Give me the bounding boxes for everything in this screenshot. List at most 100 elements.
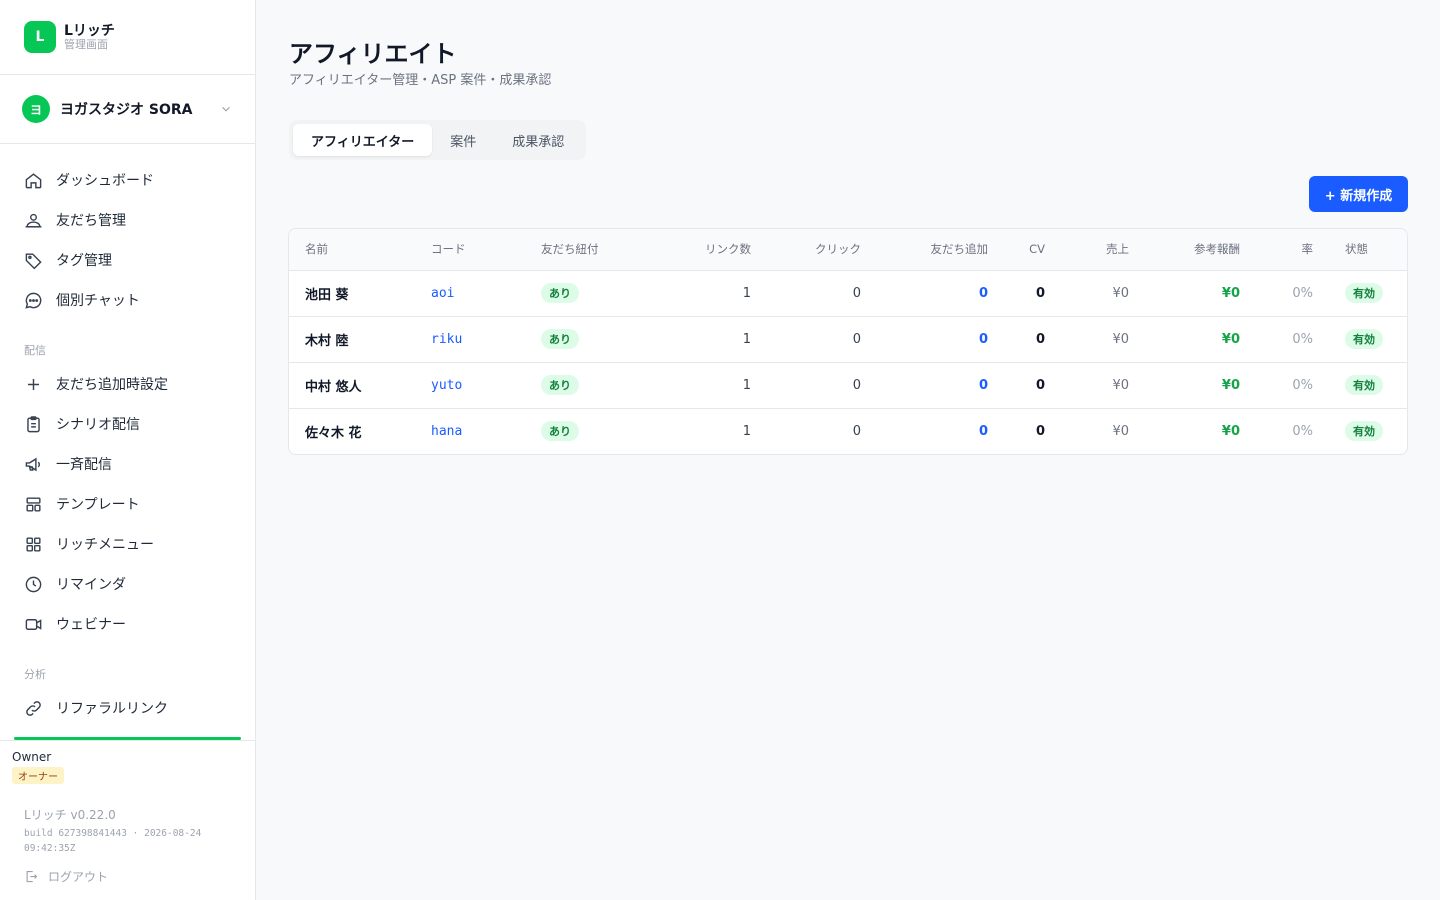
table-row[interactable]: 佐々木 花 hana あり 1 0 0 0 ¥0 ¥0 0% 有効 (289, 408, 1407, 454)
cell-name: 池田 葵 (289, 270, 415, 317)
cell-reward: ¥0 (1221, 423, 1240, 439)
table-header-row: 名前 コード 友だち紐付 リンク数 クリック 友だち追加 CV 売上 参考報酬 … (289, 229, 1407, 271)
account-avatar: ヨ (22, 95, 50, 123)
sidebar-item-label: 一斉配信 (56, 457, 112, 473)
cell-cv: 0 (1004, 270, 1061, 317)
sidebar-nav: ダッシュボード 友だち管理 タグ管理 個別チャット 配信 友だち追加時設定 シナ… (0, 144, 255, 728)
col-header-linked: 友だち紐付 (525, 229, 653, 271)
user-role: Owner (12, 750, 52, 764)
sidebar-item-label: 友だち追加時設定 (56, 377, 168, 393)
cell-friends: 0 (877, 270, 1004, 317)
chat-icon (25, 292, 42, 309)
megaphone-icon (25, 457, 41, 471)
sidebar-item-label: リファラルリンク (56, 701, 168, 717)
sidebar-item-label: ダッシュボード (56, 173, 154, 189)
col-header-name: 名前 (289, 229, 415, 271)
cell-sales: ¥0 (1061, 270, 1145, 317)
col-header-sales: 売上 (1061, 229, 1145, 271)
cell-code[interactable]: riku (415, 316, 525, 363)
sidebar-item-chat[interactable]: 個別チャット (0, 280, 255, 320)
status-badge: 有効 (1345, 375, 1383, 395)
link-icon (26, 700, 41, 716)
sidebar-footer: Owner オーナー Lリッチ v0.22.0 build 6273988414… (0, 740, 255, 900)
sidebar-item-label: ウェビナー (56, 617, 126, 633)
sidebar-item-label: リマインダ (56, 577, 126, 593)
account-name: ヨガスタジオ SORA (60, 102, 193, 118)
chevron-down-icon (222, 106, 230, 112)
cell-friends: 0 (877, 362, 1004, 409)
col-header-clicks: クリック (767, 229, 877, 271)
template-icon (26, 496, 41, 512)
sidebar-item-label: タグ管理 (56, 253, 112, 269)
plus-icon (27, 378, 40, 390)
cell-links: 1 (653, 270, 767, 317)
cell-links: 1 (742, 423, 751, 439)
video-icon (25, 618, 42, 630)
cell-code[interactable]: aoi (415, 270, 525, 317)
cell-reward: ¥0 (1145, 316, 1256, 363)
status-badge: 有効 (1345, 421, 1383, 442)
cell-cv: 0 (1004, 316, 1061, 363)
cell-name: 佐々木 花 (305, 425, 362, 441)
col-header-rate: 率 (1256, 229, 1329, 271)
sidebar-item-scenario[interactable]: シナリオ配信 (0, 404, 255, 444)
account-switcher[interactable]: ヨ ヨガスタジオ SORA (0, 75, 255, 144)
cell-rate: 0% (1256, 362, 1329, 409)
sidebar-item-friend-add-settings[interactable]: 友だち追加時設定 (0, 364, 255, 404)
cell-code[interactable]: yuto (415, 362, 525, 409)
sidebar-item-rich-menu[interactable]: リッチメニュー (0, 524, 255, 564)
linked-badge: あり (541, 421, 579, 442)
sidebar-item-label: リッチメニュー (56, 537, 154, 553)
table-row[interactable]: 中村 悠人 yuto あり 1 0 0 0 ¥0 ¥0 0% 有効 (289, 362, 1407, 409)
sidebar-item-dashboard[interactable]: ダッシュボード (0, 160, 255, 200)
brand-subtitle: 管理画面 (64, 37, 108, 51)
tab-campaigns[interactable]: 案件 (432, 124, 494, 156)
logout-icon (26, 871, 38, 883)
sidebar: L Lリッチ 管理画面 ヨ ヨガスタジオ SORA ダッシュボード 友だち管理 … (0, 0, 256, 900)
linked-badge: あり (541, 329, 579, 349)
table-row[interactable]: 池田 葵 aoi あり 1 0 0 0 ¥0 ¥0 0% 有効 (289, 270, 1407, 317)
clock-icon (25, 576, 42, 592)
cell-clicks: 0 (852, 423, 861, 439)
cell-name: 木村 陸 (289, 316, 415, 363)
cell-links: 1 (653, 316, 767, 363)
status-badge: 有効 (1345, 329, 1383, 349)
sidebar-item-label: テンプレート (56, 497, 140, 513)
cell-friends: 0 (877, 316, 1004, 363)
cell-clicks: 0 (767, 362, 877, 409)
grid-icon (26, 536, 41, 552)
cell-reward: ¥0 (1145, 362, 1256, 409)
cell-rate: 0% (1256, 270, 1329, 317)
brand: L Lリッチ 管理画面 (0, 0, 255, 75)
brand-name: Lリッチ (64, 22, 115, 39)
cell-rate: 0% (1256, 316, 1329, 363)
tab-affiliators[interactable]: アフィリエイター (293, 124, 433, 156)
main-content: アフィリエイト アフィリエイター管理・ASP 案件・成果承認 アフィリエイター … (256, 0, 1440, 900)
cell-clicks: 0 (767, 316, 877, 363)
affiliator-table: 名前 コード 友だち紐付 リンク数 クリック 友だち追加 CV 売上 参考報酬 … (288, 228, 1408, 455)
cell-links: 1 (653, 362, 767, 409)
sidebar-item-referral-link[interactable]: リファラルリンク (0, 688, 255, 728)
cell-code[interactable]: hana (415, 408, 525, 454)
col-header-links: リンク数 (653, 229, 767, 271)
nav-section-delivery: 配信 (24, 344, 46, 357)
sidebar-item-template[interactable]: テンプレート (0, 484, 255, 524)
col-header-friends: 友だち追加 (877, 229, 1004, 271)
sidebar-item-reminder[interactable]: リマインダ (0, 564, 255, 604)
col-header-status: 状態 (1329, 229, 1407, 271)
new-create-button[interactable]: + 新規作成 (1309, 176, 1408, 212)
sidebar-item-label: 友だち管理 (56, 213, 126, 229)
sidebar-item-broadcast[interactable]: 一斉配信 (0, 444, 255, 484)
users-icon (25, 213, 42, 228)
cell-cv: 0 (1035, 423, 1045, 439)
sidebar-item-webinar[interactable]: ウェビナー (0, 604, 255, 644)
logout-button[interactable]: ログアウト (12, 868, 243, 885)
page-subtitle: アフィリエイター管理・ASP 案件・成果承認 (289, 73, 552, 88)
sidebar-item-tags[interactable]: タグ管理 (0, 240, 255, 280)
status-badge: 有効 (1345, 283, 1383, 303)
table-row[interactable]: 木村 陸 riku あり 1 0 0 0 ¥0 ¥0 0% 有効 (289, 316, 1407, 363)
clipboard-icon (27, 415, 40, 432)
build-info: build 627398841443 · 2026-08-24 09:42:35… (24, 828, 202, 855)
sidebar-item-friends[interactable]: 友だち管理 (0, 200, 255, 240)
tab-approvals[interactable]: 成果承認 (494, 124, 582, 156)
